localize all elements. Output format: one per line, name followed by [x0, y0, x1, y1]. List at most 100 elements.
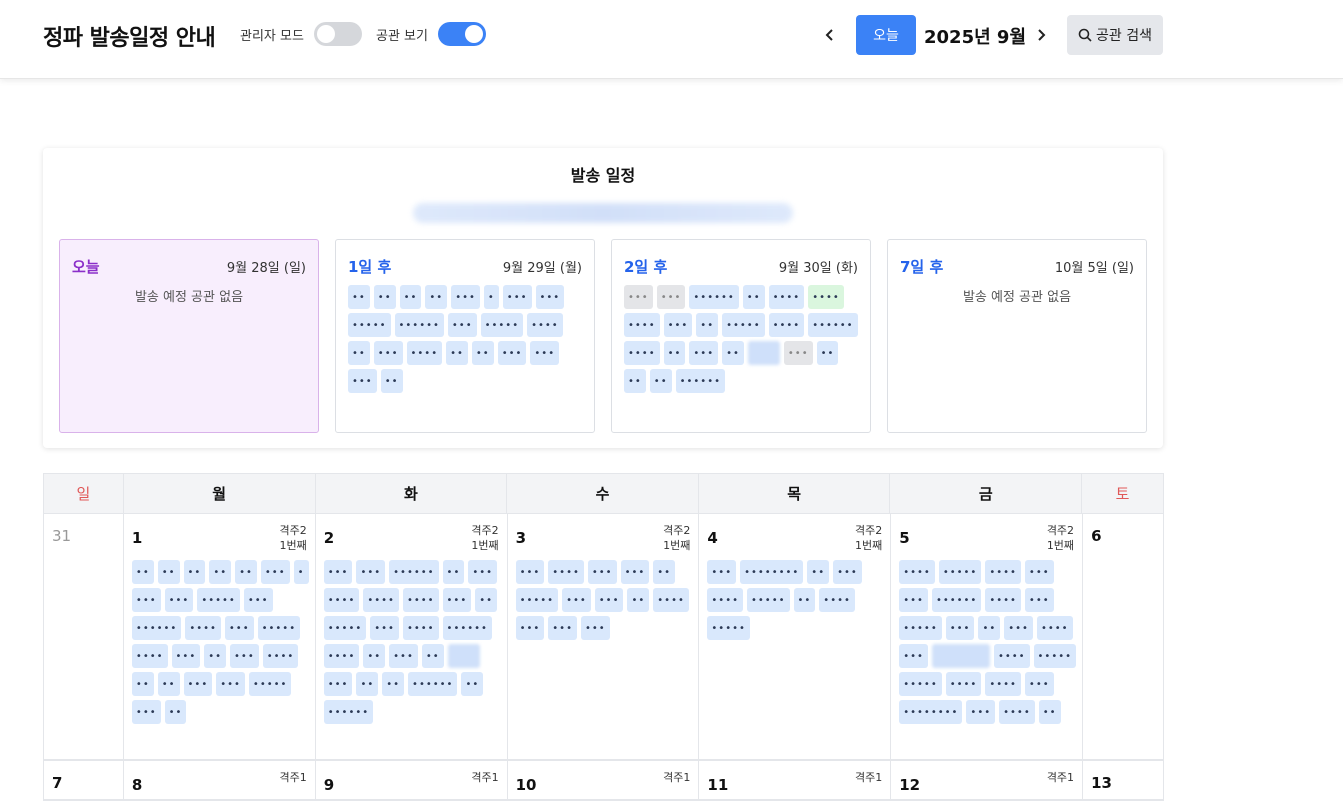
library-chip[interactable]: •••: [356, 560, 386, 584]
library-chip[interactable]: •••••: [348, 313, 391, 337]
library-chip[interactable]: ••: [356, 672, 379, 696]
library-chip[interactable]: •••: [562, 588, 591, 612]
library-chip[interactable]: ••••: [819, 588, 855, 612]
library-chip[interactable]: •••: [348, 369, 377, 393]
calendar-day-cell[interactable]: 9 격주1: [315, 761, 508, 801]
library-chip[interactable]: •••: [216, 672, 245, 696]
library-chip[interactable]: •••: [833, 560, 862, 584]
library-chip[interactable]: ••: [157, 560, 180, 584]
calendar-day-cell[interactable]: 3 격주2 1번째 ••• •••• ••• ••• •• ••••• ••• ••• •• •••• •…: [507, 514, 700, 761]
library-chip[interactable]: •••: [323, 560, 353, 584]
library-chip[interactable]: ••••: [993, 644, 1030, 668]
library-chip[interactable]: ••••••: [131, 616, 182, 640]
library-chip[interactable]: •••: [224, 616, 254, 640]
library-chip[interactable]: •: [293, 560, 309, 584]
library-chip[interactable]: ••••: [624, 313, 660, 337]
library-chip[interactable]: •••: [164, 588, 194, 612]
library-chip[interactable]: ••: [696, 313, 719, 337]
library-chip[interactable]: •••: [1024, 560, 1054, 584]
library-chip[interactable]: ••••••: [394, 313, 444, 337]
library-chip[interactable]: ••••: [985, 560, 1021, 584]
library-chip[interactable]: ••: [807, 560, 830, 584]
calendar-day-cell[interactable]: 10 격주1: [507, 761, 700, 801]
library-chip[interactable]: ••••••: [689, 285, 739, 309]
library-chip[interactable]: •••••: [480, 313, 524, 337]
library-chip[interactable]: ••••: [323, 588, 360, 612]
library-chip[interactable]: ••••••: [389, 560, 439, 584]
library-chip[interactable]: ••: [816, 341, 839, 365]
library-chip[interactable]: •••: [1024, 588, 1054, 612]
library-chip[interactable]: ••: [742, 285, 765, 309]
library-chip[interactable]: ••••: [131, 644, 168, 668]
library-chip[interactable]: ••: [461, 672, 484, 696]
library-chip[interactable]: ••••: [985, 588, 1021, 612]
library-chip[interactable]: •••: [442, 588, 472, 612]
library-chip[interactable]: [931, 644, 990, 668]
library-chip[interactable]: •••••: [722, 313, 765, 337]
library-chip[interactable]: ••••: [624, 341, 660, 365]
calendar-day-cell[interactable]: 5 격주2 1번째 •••• ••••• •••• ••• ••• •••••• •••• ••• •…: [891, 514, 1084, 761]
library-chip[interactable]: ••: [164, 700, 187, 724]
library-chip[interactable]: •••: [171, 644, 201, 668]
library-chip[interactable]: ••: [204, 644, 227, 668]
library-chip[interactable]: •••: [530, 341, 560, 365]
library-chip[interactable]: ••••••: [442, 616, 492, 640]
library-chip[interactable]: •••••: [323, 616, 367, 640]
library-chip[interactable]: •••••: [257, 616, 301, 640]
library-chip[interactable]: ••: [382, 672, 405, 696]
library-chip[interactable]: ••••••: [931, 588, 982, 612]
library-chip[interactable]: •: [483, 285, 499, 309]
library-chip[interactable]: •••: [1024, 672, 1054, 696]
library-chip[interactable]: [447, 644, 480, 668]
library-chip[interactable]: •••: [230, 644, 259, 668]
library-chip[interactable]: •••: [587, 560, 617, 584]
library-chip[interactable]: ••••: [402, 616, 439, 640]
library-chip[interactable]: •••••: [1033, 644, 1077, 668]
library-chip[interactable]: ••: [471, 341, 494, 365]
library-chip[interactable]: ••••: [185, 616, 221, 640]
next-month-button[interactable]: [1026, 20, 1056, 50]
library-chip[interactable]: ••: [348, 285, 370, 309]
library-chip[interactable]: ••••: [899, 560, 935, 584]
library-chip[interactable]: ••: [793, 588, 816, 612]
library-chip[interactable]: •••••: [707, 616, 750, 640]
library-chip[interactable]: ••••: [768, 313, 805, 337]
library-chip[interactable]: ••: [235, 560, 257, 584]
library-chip[interactable]: •••••: [938, 560, 982, 584]
library-chip[interactable]: •••••: [899, 616, 942, 640]
calendar-day-cell[interactable]: 1 격주2 1번째 •• •• •• •• •• ••• • ••• ••• ••••• ••• •••••…: [123, 514, 316, 761]
library-chip[interactable]: •••: [620, 560, 650, 584]
library-chip[interactable]: ••: [425, 285, 448, 309]
library-chip[interactable]: •••: [447, 313, 477, 337]
library-chip[interactable]: ••••••••: [899, 700, 963, 724]
library-chip[interactable]: ••: [183, 560, 206, 584]
calendar-day-cell[interactable]: 11 격주1: [699, 761, 892, 801]
calendar-day-cell[interactable]: 13: [1083, 761, 1164, 801]
library-chip[interactable]: ••: [978, 616, 1001, 640]
library-chip[interactable]: •••: [548, 616, 577, 640]
today-button[interactable]: 오늘: [856, 15, 916, 55]
library-chip[interactable]: •••••: [747, 588, 790, 612]
library-chip[interactable]: ••••: [323, 644, 360, 668]
library-chip[interactable]: •••: [183, 672, 213, 696]
library-chip[interactable]: ••: [421, 644, 444, 668]
library-chip[interactable]: ••••: [406, 341, 443, 365]
library-chip[interactable]: ••••: [999, 700, 1035, 724]
library-chip[interactable]: ••: [131, 560, 154, 584]
library-chip[interactable]: ••: [624, 369, 646, 393]
library-chip[interactable]: ••••••: [323, 700, 374, 724]
calendar-day-cell[interactable]: 7: [44, 761, 124, 801]
library-chip[interactable]: •••: [373, 341, 403, 365]
library-chip[interactable]: ••••••••: [740, 560, 804, 584]
library-chip[interactable]: •••: [389, 644, 418, 668]
calendar-day-cell[interactable]: 6: [1083, 514, 1164, 761]
library-chip[interactable]: ••••: [1036, 616, 1073, 640]
library-chip[interactable]: •••••: [197, 588, 240, 612]
library-chip[interactable]: •••: [624, 285, 653, 309]
library-chip[interactable]: •••: [497, 341, 527, 365]
library-chip[interactable]: •••: [451, 285, 480, 309]
library-chip[interactable]: •••: [580, 616, 610, 640]
library-search-button[interactable]: 공관 검색: [1067, 15, 1163, 55]
library-chip[interactable]: ••: [131, 672, 154, 696]
library-chip[interactable]: ••: [653, 560, 676, 584]
